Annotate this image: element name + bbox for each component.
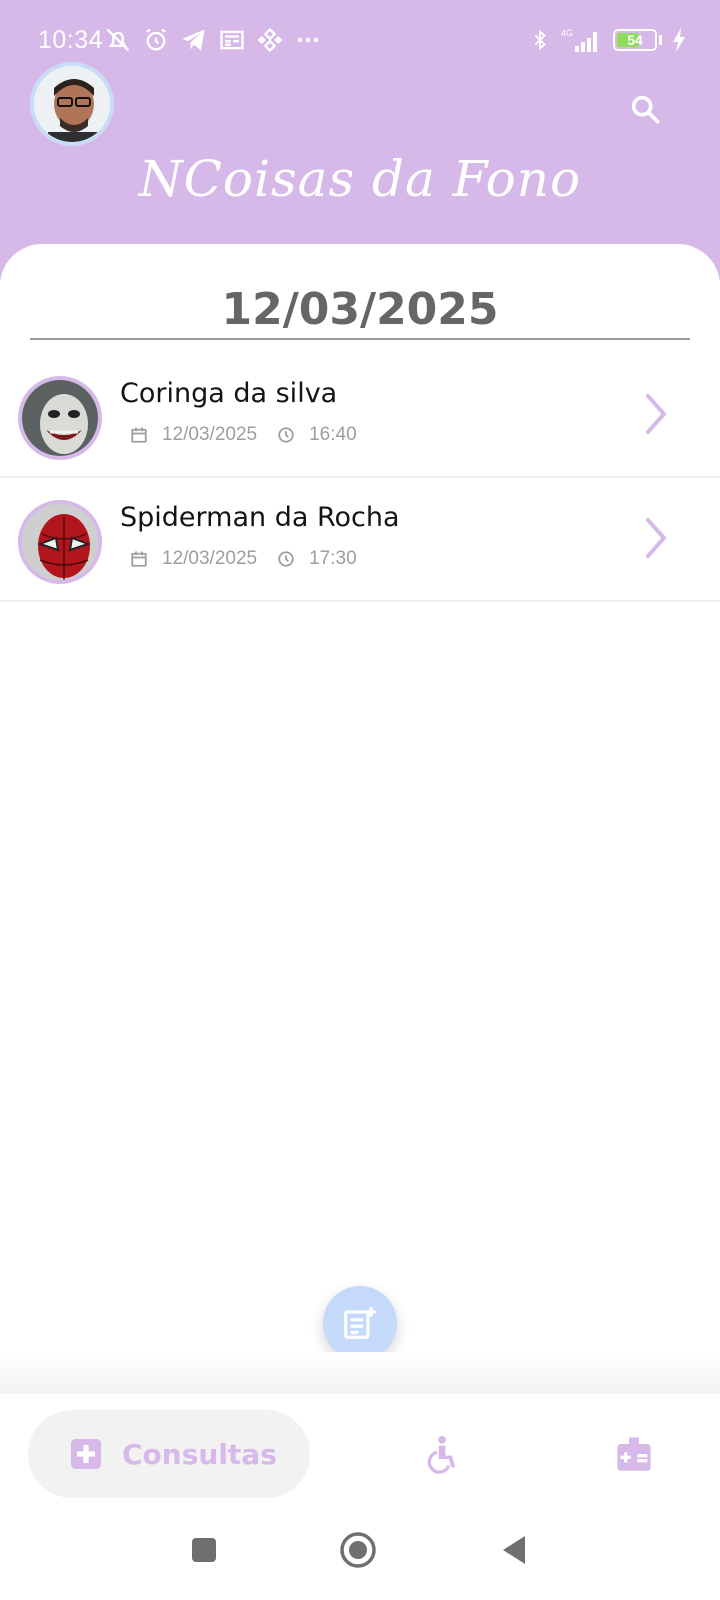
news-icon [220, 30, 244, 50]
search-icon [631, 95, 660, 124]
appointment-item-coringa[interactable]: Coringa da silva 12/03/2025 16:40 [0, 354, 720, 478]
accessibility-icon[interactable] [422, 1434, 462, 1474]
bell-muted-icon [106, 28, 130, 52]
medical-kit-icon[interactable] [614, 1434, 654, 1474]
appointment-time: 17:30 [309, 548, 357, 569]
recent-apps-button[interactable] [184, 1530, 224, 1570]
signal-icon: 4G [561, 28, 597, 52]
system-navigation-bar [0, 1504, 720, 1600]
clock-icon [278, 551, 294, 567]
circle-icon [340, 1532, 376, 1568]
status-time: 10:34 [38, 26, 104, 54]
square-icon [192, 1538, 216, 1562]
appointment-meta: 12/03/2025 17:30 [130, 548, 357, 570]
chevron-right-icon[interactable] [640, 390, 672, 438]
binance-icon [257, 27, 283, 53]
battery-tip [659, 35, 662, 45]
nav-shadow [0, 1352, 720, 1394]
patient-name: Coringa da silva [120, 378, 338, 409]
nav-consultas[interactable]: Consultas [28, 1410, 310, 1498]
notification-icons [104, 26, 322, 54]
appointment-date: 12/03/2025 [162, 424, 258, 445]
patient-name: Spiderman da Rocha [120, 502, 400, 533]
battery-level: 54 [627, 32, 643, 48]
clock-icon [278, 427, 294, 443]
appointment-list: Coringa da silva 12/03/2025 16:40 Spider… [0, 354, 720, 602]
nav-consultas-label: Consultas [122, 1437, 277, 1471]
status-bar: 10:34 4G 54 [0, 0, 720, 80]
bottom-navigation: Consultas [0, 1394, 720, 1504]
system-status-icons: 4G 54 [529, 26, 686, 54]
home-button[interactable] [338, 1530, 378, 1570]
appointment-date: 12/03/2025 [162, 548, 258, 569]
calendar-icon [131, 551, 147, 567]
profile-avatar[interactable] [30, 62, 114, 146]
patient-avatar [18, 376, 102, 460]
patient-avatar [18, 500, 102, 584]
telegram-icon [182, 29, 205, 51]
triangle-back-icon [503, 1536, 525, 1564]
appointment-meta: 12/03/2025 16:40 [130, 424, 357, 446]
chevron-right-icon[interactable] [640, 514, 672, 562]
app-title: NCoisas da Fono [138, 150, 582, 208]
appointment-item-spiderman[interactable]: Spiderman da Rocha 12/03/2025 17:30 [0, 478, 720, 602]
alarm-icon [146, 28, 166, 51]
charging-icon [673, 28, 685, 52]
medical-cross-icon [71, 1439, 101, 1469]
calendar-icon [131, 427, 147, 443]
svg-text:4G: 4G [561, 28, 573, 38]
new-appointment-fab[interactable] [323, 1286, 397, 1360]
spiderman-photo-icon [22, 504, 98, 580]
bluetooth-icon [534, 29, 546, 51]
back-button[interactable] [494, 1530, 534, 1570]
clown-photo-icon [22, 380, 98, 456]
more-notifications-icon [297, 37, 319, 43]
search-button[interactable] [620, 84, 670, 134]
battery-indicator: 54 [613, 29, 657, 51]
note-add-icon [344, 1307, 376, 1339]
date-heading: 12/03/2025 [30, 284, 690, 340]
appointment-time: 16:40 [309, 424, 357, 445]
